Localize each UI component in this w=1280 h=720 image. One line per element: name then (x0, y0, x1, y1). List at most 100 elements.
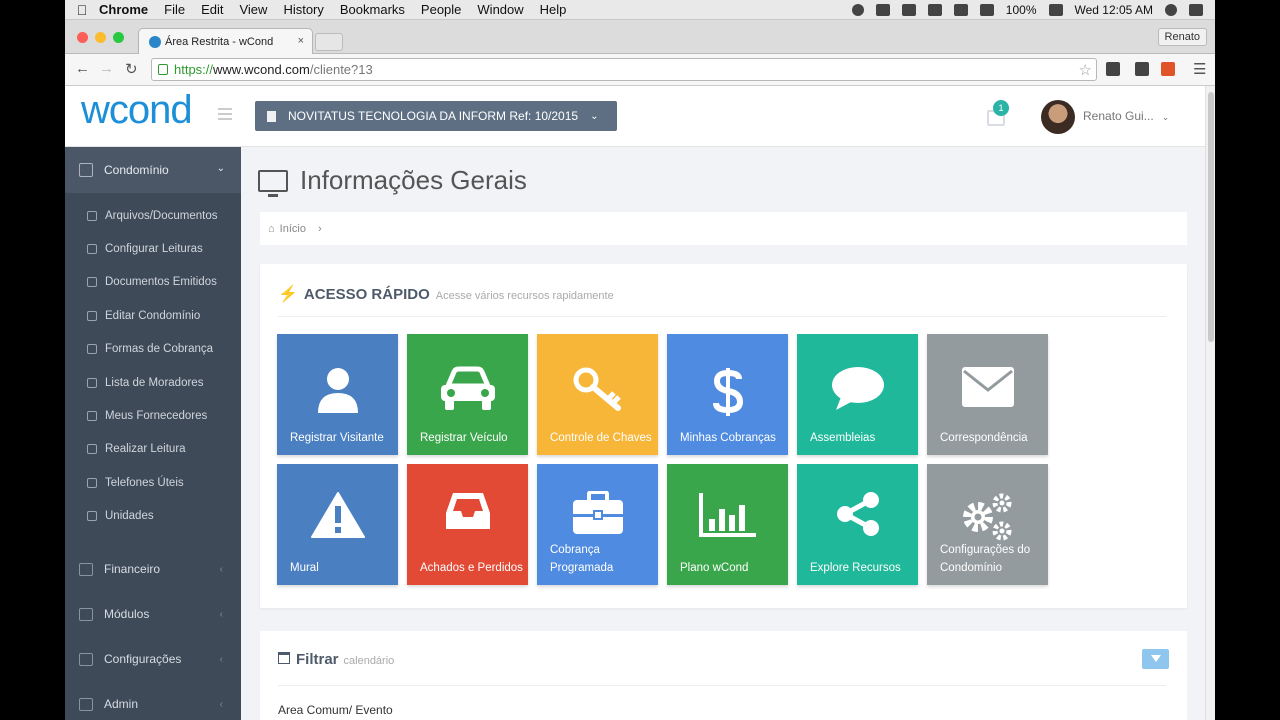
sidebar-item-editar-condominio[interactable]: Editar Condomínio (65, 299, 241, 332)
chevron-right-icon: › (317, 222, 322, 235)
menu-people[interactable]: People (421, 2, 461, 17)
sidebar-item-configuracoes[interactable]: Configurações ‹ (65, 637, 241, 682)
shield-icon (79, 607, 93, 621)
tile-registrar-visitante[interactable]: Registrar Visitante (277, 334, 398, 455)
sidebar-item-admin[interactable]: Admin ‹ (65, 682, 241, 720)
sidebar-item-modulos[interactable]: Módulos ‹ (65, 592, 241, 637)
tile-label: Cobrança Programada (550, 544, 614, 574)
user-menu[interactable]: Renato Gui... ⌄ (1083, 109, 1169, 123)
paperclip-icon (87, 277, 97, 288)
wcond-logo[interactable]: wcond (81, 88, 193, 133)
tile-cobranca-programada[interactable]: Cobrança Programada (537, 464, 658, 585)
condo-selector-label: NOVITATUS TECNOLOGIA DA INFORM Ref: 10/2… (288, 109, 579, 123)
display-icon[interactable] (901, 4, 916, 16)
sidebar-item-label: Realizar Leitura (105, 443, 186, 456)
menu-window[interactable]: Window (477, 2, 523, 17)
chevron-left-icon: ‹ (219, 563, 223, 575)
back-icon[interactable]: ← (75, 60, 90, 77)
forward-icon[interactable]: → (99, 60, 114, 77)
tile-configuracoes-condominio[interactable]: Configurações do Condomínio (927, 464, 1048, 585)
zoom-window-icon[interactable] (113, 32, 124, 43)
sidebar-item-documentos-emitidos[interactable]: Documentos Emitidos (65, 266, 241, 299)
flag-icon[interactable] (979, 4, 994, 16)
minimize-window-icon[interactable] (95, 32, 106, 43)
bar-chart-icon (698, 493, 756, 537)
notifications-icon[interactable]: 1 (987, 100, 1009, 126)
menu-file[interactable]: File (164, 2, 185, 17)
wifi-icon[interactable] (953, 4, 968, 16)
menu-help[interactable]: Help (540, 2, 567, 17)
sidebar-item-label: Telefones Úteis (105, 476, 184, 489)
dollar-icon (712, 368, 743, 416)
tile-registrar-veiculo[interactable]: Registrar Veículo (407, 334, 528, 455)
sidebar-item-configurar-leituras[interactable]: Configurar Leituras (65, 232, 241, 265)
menu-bookmarks[interactable]: Bookmarks (340, 2, 405, 17)
sidebar-submenu: Arquivos/Documentos Configurar Leituras … (65, 193, 241, 533)
tile-achados-perdidos[interactable]: Achados e Perdidos (407, 464, 528, 585)
breadcrumb-home-link[interactable]: Início (280, 223, 306, 235)
sidebar-item-unidades[interactable]: Unidades (65, 500, 241, 533)
sidebar-item-financeiro[interactable]: Financeiro ‹ (65, 547, 241, 592)
tachometer-icon (87, 444, 97, 455)
menu-list-icon[interactable] (1189, 4, 1203, 16)
sidebar-item-realizar-leitura[interactable]: Realizar Leitura (65, 433, 241, 466)
battery-icon[interactable] (1048, 4, 1063, 16)
quick-access-panel: ⚡ ACESSO RÁPIDO Acesse vários recursos r… (260, 264, 1187, 608)
extension-icon[interactable] (1135, 62, 1149, 76)
panel-subtitle: calendário (343, 655, 395, 667)
clock[interactable]: Wed 12:05 AM (1075, 3, 1154, 17)
menu-edit[interactable]: Edit (201, 2, 223, 17)
sidebar-item-arquivos[interactable]: Arquivos/Documentos (65, 199, 241, 232)
tile-controle-chaves[interactable]: Controle de Chaves (537, 334, 658, 455)
bell-icon[interactable] (875, 4, 890, 16)
sidebar-section-condominio[interactable]: Condomínio ⌄ (65, 147, 241, 193)
tile-label: Minhas Cobranças (680, 432, 776, 444)
scrollbar-thumb[interactable] (1208, 92, 1214, 342)
chevron-left-icon: ‹ (219, 698, 223, 710)
calendar-icon (278, 652, 290, 664)
tile-minhas-cobrancas[interactable]: Minhas Cobranças (667, 334, 788, 455)
tile-assembleias[interactable]: Assembleias (797, 334, 918, 455)
warning-icon (310, 492, 365, 538)
tile-plano-wcond[interactable]: Plano wCond (667, 464, 788, 585)
sidebar-item-formas-cobranca[interactable]: Formas de Cobrança (65, 333, 241, 366)
filter-button[interactable] (1142, 649, 1169, 669)
sidebar-item-label: Lista de Moradores (105, 376, 204, 389)
condo-selector[interactable]: NOVITATUS TECNOLOGIA DA INFORM Ref: 10/2… (255, 101, 617, 131)
menu-app[interactable]: Chrome (99, 2, 148, 17)
user-icon (317, 368, 358, 413)
menu-history[interactable]: History (283, 2, 323, 17)
close-tab-icon[interactable]: × (298, 35, 304, 47)
sidebar-main-menu: Financeiro ‹ Módulos ‹ Configurações ‹ Admi… (65, 547, 241, 720)
apple-icon[interactable]:  (65, 2, 99, 18)
extension-icon[interactable] (1161, 62, 1175, 76)
hamburger-icon[interactable] (218, 108, 232, 120)
sidebar-item-fornecedores[interactable]: Meus Fornecedores (65, 399, 241, 432)
page-scrollbar[interactable] (1205, 86, 1215, 720)
bookmark-star-icon[interactable]: ☆ (1079, 60, 1092, 81)
avatar[interactable] (1041, 100, 1075, 134)
briefcase-icon (572, 491, 623, 534)
tile-correspondencia[interactable]: Correspondência (927, 334, 1048, 455)
profile-button[interactable]: Renato (1157, 28, 1207, 46)
sidebar-item-telefones[interactable]: Telefones Úteis (65, 466, 241, 499)
address-bar[interactable]: https://www.wcond.com/cliente?13 ☆ (151, 58, 1097, 81)
tile-mural[interactable]: Mural (277, 464, 398, 585)
notification-center-icon[interactable] (851, 4, 864, 16)
new-tab-button[interactable] (315, 33, 343, 51)
page-title: Informações Gerais (258, 165, 527, 197)
browser-tab[interactable]: Área Restrita - wCond × (138, 28, 313, 54)
reload-icon[interactable]: ↻ (125, 60, 138, 78)
tile-label: Plano wCond (680, 562, 749, 574)
extension-icon[interactable] (1106, 62, 1120, 76)
phone-icon (87, 477, 97, 488)
volume-icon[interactable] (927, 4, 942, 16)
spotlight-icon[interactable] (1165, 4, 1177, 16)
menu-view[interactable]: View (239, 2, 267, 17)
sidebar-item-lista-moradores[interactable]: Lista de Moradores (65, 366, 241, 399)
divider (278, 685, 1166, 686)
list-icon (87, 411, 97, 422)
tile-explore-recursos[interactable]: Explore Recursos (797, 464, 918, 585)
close-window-icon[interactable] (77, 32, 88, 43)
chrome-menu-icon[interactable]: ☰ (1193, 60, 1206, 78)
